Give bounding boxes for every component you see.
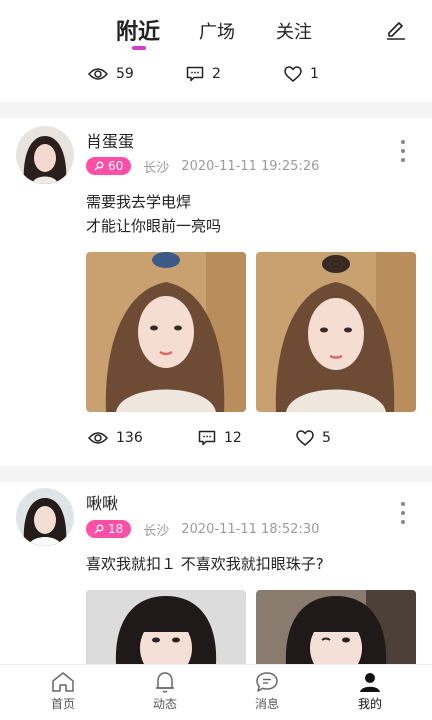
- post-meta: 18 长沙 2020-11-11 18:52:30: [86, 519, 319, 539]
- post-timestamp: 2020-11-11 19:25:26: [181, 158, 320, 174]
- likes-count: 1: [310, 66, 319, 82]
- profile-icon: [360, 673, 380, 692]
- likes-stat[interactable]: 5: [296, 430, 331, 446]
- avatar[interactable]: [16, 126, 74, 184]
- views-count: 59: [116, 66, 134, 82]
- comments-count: 2: [212, 66, 221, 82]
- nav-feed-label: 动态: [152, 697, 177, 711]
- feed-post: 肖蛋蛋 60 长沙 2020-11-11 19:25:26 需要我去学电焊 才能…: [0, 118, 432, 466]
- comment-icon: [186, 66, 204, 82]
- more-options-button[interactable]: [400, 140, 406, 162]
- feed-divider: [0, 102, 432, 118]
- bottom-navigation: 首页 动态 消息 我的: [0, 664, 432, 720]
- heart-icon: [284, 66, 302, 82]
- feed-post: 啾啾 18 长沙 2020-11-11 18:52:30 喜欢我就扣１ 不喜欢我…: [0, 482, 432, 664]
- level-badge: 18: [86, 520, 132, 538]
- dot-icon: [401, 158, 405, 162]
- likes-count: 5: [322, 430, 331, 446]
- post-timestamp: 2020-11-11 18:52:30: [181, 521, 320, 537]
- post-image[interactable]: [86, 590, 246, 664]
- home-icon: [52, 672, 74, 692]
- tab-square[interactable]: 广场: [199, 18, 235, 44]
- compose-button[interactable]: [384, 16, 408, 40]
- comment-icon: [198, 430, 216, 446]
- views-stat[interactable]: 136: [88, 430, 143, 446]
- post-username[interactable]: 啾啾: [86, 490, 118, 514]
- post-meta: 60 长沙 2020-11-11 19:25:26: [86, 156, 319, 176]
- nav-messages[interactable]: 消息: [227, 669, 307, 712]
- post-stats: 136 12 5: [0, 430, 432, 450]
- nav-home-label: 首页: [50, 697, 75, 711]
- views-count: 136: [116, 430, 143, 446]
- comments-stat[interactable]: 2: [186, 66, 221, 82]
- eye-icon: [88, 68, 108, 80]
- female-icon: [94, 524, 104, 534]
- badge-value: 60: [108, 159, 124, 173]
- post-location: 长沙: [143, 160, 170, 176]
- avatar[interactable]: [16, 488, 74, 546]
- feed-divider: [0, 466, 432, 482]
- prev-post-stats: 59 2 1: [0, 66, 432, 86]
- tab-nearby[interactable]: 附近: [116, 14, 160, 46]
- dot-icon: [401, 140, 405, 144]
- post-username[interactable]: 肖蛋蛋: [86, 128, 134, 152]
- level-badge: 60: [86, 157, 132, 175]
- tab-following[interactable]: 关注: [276, 18, 312, 44]
- badge-value: 18: [108, 522, 124, 536]
- post-image[interactable]: [256, 252, 416, 412]
- post-location: 长沙: [143, 523, 170, 539]
- eye-icon: [88, 432, 108, 444]
- post-image[interactable]: [256, 590, 416, 664]
- likes-stat[interactable]: 1: [284, 66, 319, 82]
- nav-profile-label: 我的: [357, 697, 382, 711]
- nav-profile[interactable]: 我的: [330, 669, 410, 712]
- pencil-icon: [387, 22, 405, 40]
- comments-count: 12: [224, 430, 242, 446]
- nav-messages-label: 消息: [254, 697, 279, 711]
- post-content: 需要我去学电焊 才能让你眼前一亮吗: [86, 193, 222, 235]
- nav-feed[interactable]: 动态: [125, 669, 205, 712]
- nav-home[interactable]: 首页: [23, 669, 103, 712]
- message-icon: [256, 672, 278, 692]
- more-options-button[interactable]: [400, 502, 406, 524]
- dot-icon: [401, 520, 405, 524]
- female-icon: [94, 161, 104, 171]
- dot-icon: [401, 502, 405, 506]
- active-tab-indicator: [132, 46, 146, 50]
- heart-icon: [296, 430, 314, 446]
- top-tab-bar: 附近 广场 关注: [0, 0, 432, 56]
- dot-icon: [401, 149, 405, 153]
- post-content: 喜欢我就扣１ 不喜欢我就扣眼珠子?: [86, 555, 324, 573]
- dot-icon: [401, 511, 405, 515]
- post-image[interactable]: [86, 252, 246, 412]
- views-stat[interactable]: 59: [88, 66, 134, 82]
- comments-stat[interactable]: 12: [198, 430, 242, 446]
- bell-icon: [156, 672, 174, 693]
